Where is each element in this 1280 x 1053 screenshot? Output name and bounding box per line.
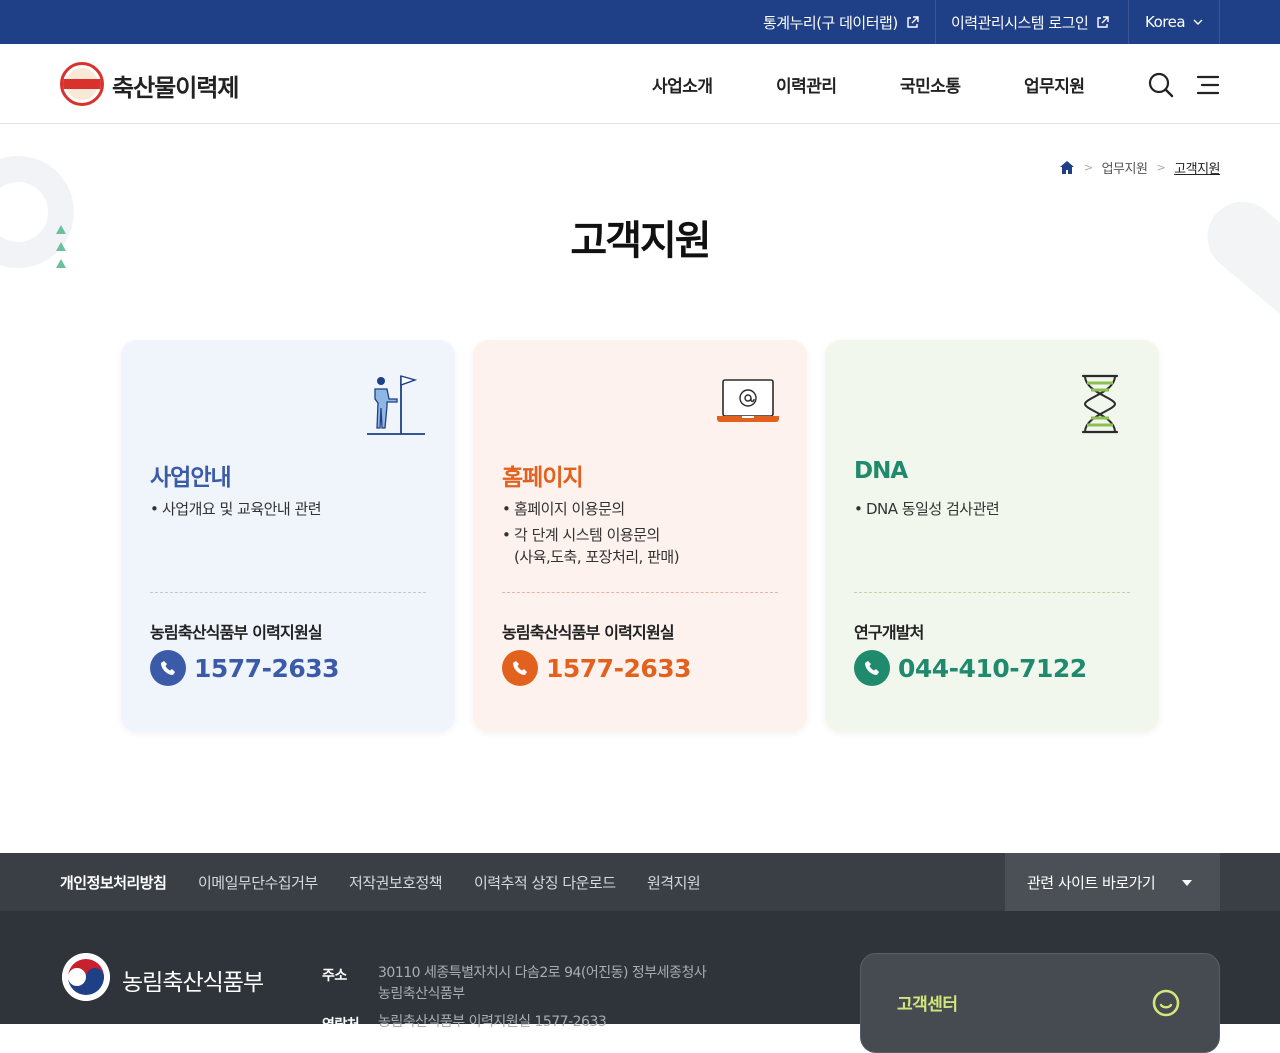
- dna-card: DNA DNA 동일성 검사관련 연구개발처 044-410-7122: [825, 340, 1159, 732]
- card-org: 연구개발처: [854, 623, 924, 642]
- symbol-download-link[interactable]: 이력추적 상징 다운로드: [474, 872, 616, 893]
- card-org: 농림축산식품부 이력지원실: [502, 623, 675, 642]
- card-org: 농림축산식품부 이력지원실: [150, 623, 323, 642]
- ministry-name: 농림축산식품부: [122, 970, 264, 996]
- card-divider: [502, 592, 778, 593]
- datalab-link[interactable]: 통계누리(구 데이터랩): [763, 0, 919, 44]
- nav-public-communication[interactable]: 국민소통: [900, 72, 961, 97]
- card-title: DNA: [854, 458, 908, 484]
- phone-icon: [150, 650, 186, 686]
- customer-center-label: 고객센터: [897, 995, 958, 1015]
- list-item-text: 각 단계 시스템 이용문의: [514, 526, 660, 544]
- topbar-divider: [935, 0, 936, 44]
- email-refusal-link[interactable]: 이메일무단수집거부: [198, 872, 318, 893]
- system-login-label: 이력관리시스템 로그인: [951, 13, 1089, 32]
- breadcrumb-customer-support[interactable]: 고객지원: [1174, 158, 1220, 177]
- topbar-divider: [1128, 0, 1129, 44]
- card-description-list: 홈페이지 이용문의 각 단계 시스템 이용문의 (사육,도축, 포장처리, 판매…: [502, 498, 680, 572]
- breadcrumb-work-support[interactable]: 업무지원: [1102, 158, 1148, 177]
- list-item: DNA 동일성 검사관련: [854, 498, 1000, 520]
- card-phone[interactable]: 1577-2633: [150, 650, 340, 686]
- language-label: Korea: [1145, 13, 1186, 31]
- copyright-policy-link[interactable]: 저작권보호정책: [349, 872, 443, 893]
- laptop-email-icon: [717, 379, 779, 422]
- language-select[interactable]: Korea: [1145, 0, 1203, 44]
- list-item-subtext: (사육,도축, 포장처리, 판매): [514, 548, 680, 566]
- menu-icon[interactable]: [1193, 70, 1223, 100]
- contact-value: 농림축산식품부 이력지원실 1577-2633: [378, 1014, 607, 1030]
- contact-label: 연락처: [322, 1017, 360, 1033]
- phone-icon: [854, 650, 890, 686]
- site-header: 축산물이력제 사업소개 이력관리 국민소통 업무지원: [0, 44, 1280, 124]
- card-title: 홈페이지: [502, 465, 584, 491]
- card-phone[interactable]: 044-410-7122: [854, 650, 1087, 686]
- homepage-card: 홈페이지 홈페이지 이용문의 각 단계 시스템 이용문의 (사육,도축, 포장처…: [473, 340, 807, 732]
- search-icon[interactable]: [1146, 70, 1176, 100]
- external-link-icon: [906, 15, 919, 28]
- phone-number[interactable]: 1577-2633: [546, 654, 692, 683]
- site-logo-text[interactable]: 축산물이력제: [112, 68, 239, 103]
- card-title: 사업안내: [150, 465, 232, 491]
- traceability-logo-icon[interactable]: [60, 62, 104, 106]
- customer-center-box[interactable]: 고객센터: [860, 953, 1220, 1053]
- address-label: 주소: [322, 968, 347, 984]
- page-title: 고객지원: [570, 218, 711, 264]
- list-item: 사업개요 및 교육안내 관련: [150, 498, 322, 520]
- remote-support-link[interactable]: 원격지원: [647, 872, 701, 893]
- nav-work-support[interactable]: 업무지원: [1024, 72, 1085, 97]
- card-divider: [854, 592, 1130, 593]
- phone-icon: [502, 650, 538, 686]
- system-login-link[interactable]: 이력관리시스템 로그인: [951, 0, 1109, 44]
- topbar-divider: [1219, 0, 1220, 44]
- caret-down-icon: [1182, 880, 1192, 886]
- breadcrumb-separator-icon: >: [1083, 161, 1093, 174]
- related-sites-label: 관련 사이트 바로가기: [1027, 873, 1156, 892]
- phone-number[interactable]: 044-410-7122: [898, 654, 1087, 683]
- address-line2: 농림축산식품부: [378, 986, 465, 1002]
- business-guide-card: 사업안내 사업개요 및 교육안내 관련 농림축산식품부 이력지원실 1577-2…: [121, 340, 455, 732]
- chevron-down-icon: [1193, 19, 1203, 25]
- nav-business-intro[interactable]: 사업소개: [652, 72, 713, 97]
- taegeuk-logo-icon: [62, 953, 110, 1001]
- footer-info: 농림축산식품부 주소 30110 세종특별자치시 다솜2로 94(어진동) 정부…: [0, 911, 1280, 1053]
- external-link-icon: [1097, 15, 1109, 28]
- chat-bubble-icon: [1152, 989, 1180, 1017]
- footer-links-bar: 개인정보처리방침 이메일무단수집거부 저작권보호정책 이력추적 상징 다운로드 …: [0, 853, 1280, 911]
- address-line1: 30110 세종특별자치시 다솜2로 94(어진동) 정부세종청사: [378, 965, 707, 981]
- top-utility-bar: 통계누리(구 데이터랩) 이력관리시스템 로그인 Korea: [0, 0, 1280, 44]
- card-description-list: DNA 동일성 검사관련: [854, 498, 1000, 524]
- nav-trace-management[interactable]: 이력관리: [776, 72, 837, 97]
- home-icon[interactable]: [1059, 160, 1075, 175]
- person-flag-icon: [367, 375, 425, 435]
- card-phone[interactable]: 1577-2633: [502, 650, 692, 686]
- phone-number[interactable]: 1577-2633: [194, 654, 340, 683]
- card-description-list: 사업개요 및 교육안내 관련: [150, 498, 322, 524]
- breadcrumb-separator-icon: >: [1156, 161, 1166, 174]
- privacy-policy-link[interactable]: 개인정보처리방침: [60, 872, 167, 893]
- breadcrumb: > 업무지원 > 고객지원: [1059, 158, 1220, 177]
- related-sites-select[interactable]: 관련 사이트 바로가기: [1005, 853, 1220, 911]
- list-item: 홈페이지 이용문의: [502, 498, 679, 520]
- dna-helix-icon: [1081, 374, 1119, 434]
- datalab-link-label: 통계누리(구 데이터랩): [763, 13, 898, 32]
- card-divider: [150, 592, 426, 593]
- list-item: 각 단계 시스템 이용문의 (사육,도축, 포장처리, 판매): [502, 524, 680, 568]
